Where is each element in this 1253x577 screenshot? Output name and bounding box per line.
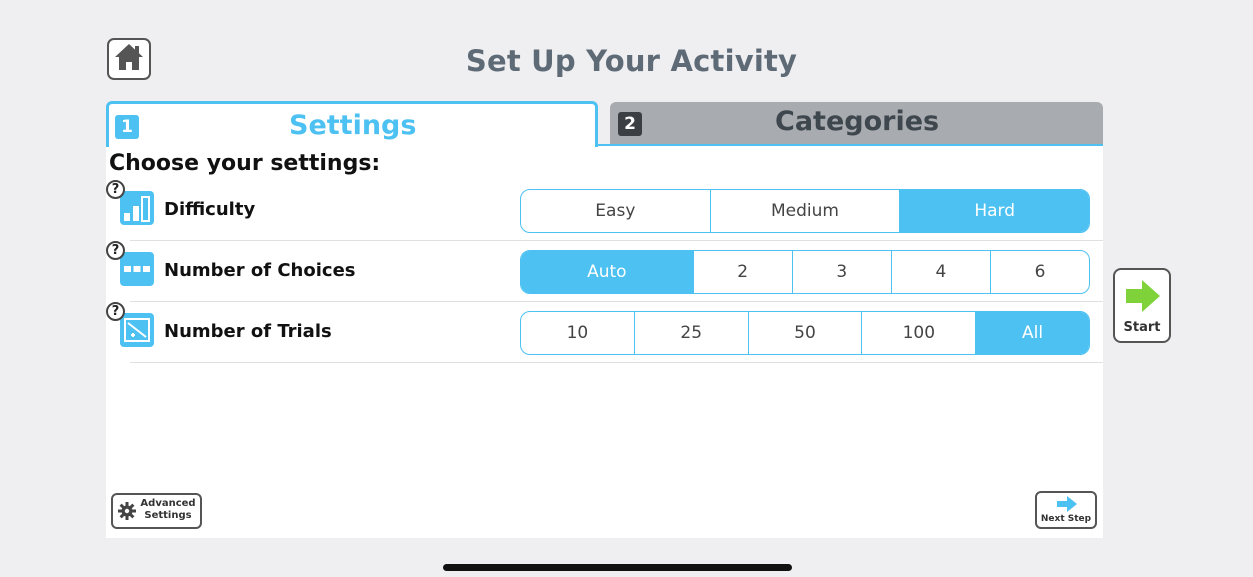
option-100[interactable]: 100 <box>861 312 975 354</box>
row-divider <box>130 362 1103 363</box>
option-3[interactable]: 3 <box>791 251 891 293</box>
option-all[interactable]: All <box>975 312 1089 354</box>
tab-settings[interactable]: 1 Settings <box>106 101 598 147</box>
difficulty-bars-icon <box>120 191 154 225</box>
next-step-button[interactable]: Next Step <box>1035 491 1097 529</box>
arrow-right-icon <box>1124 278 1162 318</box>
option-6[interactable]: 6 <box>989 251 1089 293</box>
next-step-label: Next Step <box>1040 514 1092 524</box>
tab-label: Categories <box>775 106 940 137</box>
help-icon[interactable]: ? <box>106 302 125 321</box>
option-easy[interactable]: Easy <box>521 190 710 232</box>
trials-card-icon <box>120 313 154 347</box>
choices-selector: Auto 2 3 4 6 <box>520 250 1090 294</box>
setting-row-choices: ? Number of Choices Auto 2 3 4 6 <box>106 241 1103 302</box>
tab-number: 1 <box>115 115 139 139</box>
option-auto[interactable]: Auto <box>521 251 693 293</box>
option-hard[interactable]: Hard <box>899 190 1089 232</box>
setting-label: Number of Trials <box>164 321 332 342</box>
tab-label: Settings <box>289 110 417 141</box>
setting-row-trials: ? Number of Trials 10 25 50 100 All <box>106 302 1103 363</box>
option-10[interactable]: 10 <box>521 312 634 354</box>
choices-dots-icon <box>120 252 154 286</box>
settings-heading: Choose your settings: <box>109 151 381 176</box>
help-icon[interactable]: ? <box>106 180 125 199</box>
help-icon[interactable]: ? <box>106 241 125 260</box>
option-2[interactable]: 2 <box>692 251 792 293</box>
option-medium[interactable]: Medium <box>709 190 900 232</box>
advanced-settings-button[interactable]: Advanced Settings <box>111 493 202 529</box>
gear-icon <box>117 501 137 525</box>
tab-categories[interactable]: 2 Categories <box>610 102 1103 144</box>
setting-row-difficulty: ? Difficulty Easy Medium Hard <box>106 180 1103 241</box>
advanced-settings-label: Advanced Settings <box>140 498 196 521</box>
difficulty-selector: Easy Medium Hard <box>520 189 1090 233</box>
arrow-right-icon <box>1056 496 1078 516</box>
option-50[interactable]: 50 <box>747 312 862 354</box>
option-25[interactable]: 25 <box>633 312 748 354</box>
home-indicator <box>443 564 792 571</box>
trials-selector: 10 25 50 100 All <box>520 311 1090 355</box>
page-title: Set Up Your Activity <box>465 44 798 78</box>
option-4[interactable]: 4 <box>890 251 990 293</box>
setting-label: Number of Choices <box>164 260 356 281</box>
start-button[interactable]: Start <box>1113 268 1171 343</box>
setting-label: Difficulty <box>164 199 256 220</box>
start-label: Start <box>1123 320 1161 335</box>
tab-number: 2 <box>618 112 642 136</box>
